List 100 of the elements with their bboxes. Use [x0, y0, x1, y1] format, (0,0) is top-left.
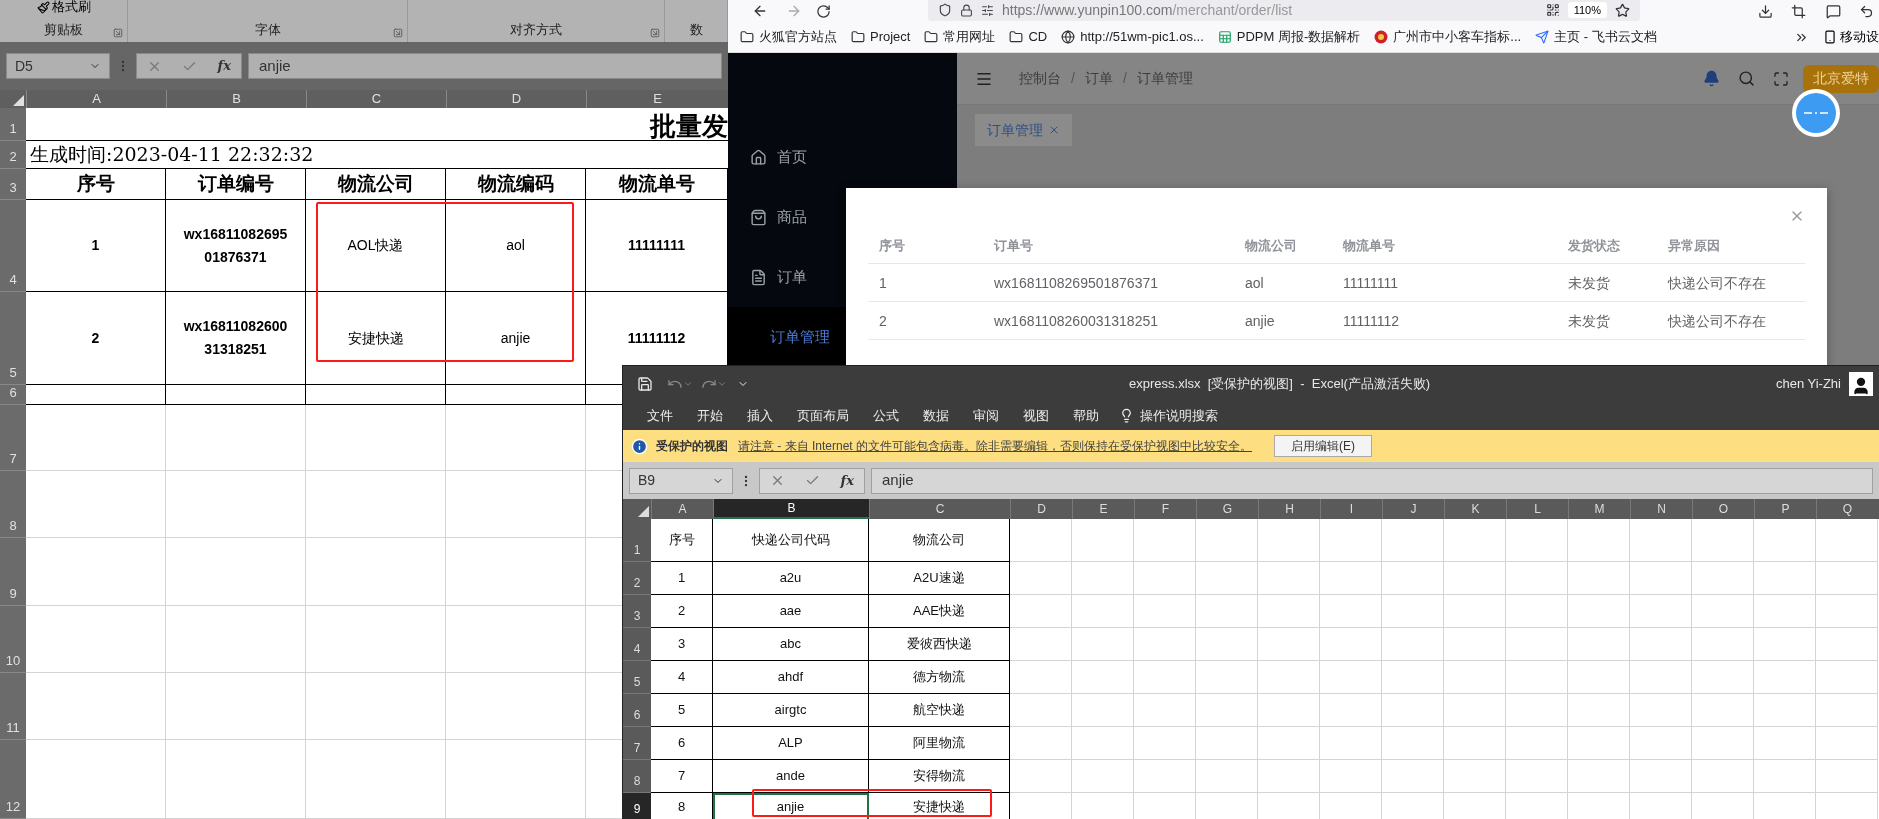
- column-header[interactable]: L: [1506, 499, 1568, 519]
- breadcrumb-link[interactable]: 订单管理: [1136, 68, 1193, 89]
- breadcrumb-link[interactable]: 订单: [1084, 68, 1113, 89]
- empty-cell: [1320, 628, 1382, 661]
- menu-tab[interactable]: 公式: [861, 401, 911, 430]
- qr-code-icon[interactable]: [1545, 3, 1560, 17]
- menu-tab[interactable]: 数据: [911, 401, 961, 430]
- forward-icon[interactable]: [786, 3, 802, 19]
- empty-cell: [1816, 519, 1878, 562]
- column-header[interactable]: P: [1754, 499, 1816, 519]
- row-header[interactable]: 8: [623, 760, 651, 793]
- name-box[interactable]: D5: [6, 53, 110, 79]
- table-cell: 安捷快递: [869, 793, 1010, 819]
- bookmark-star-icon[interactable]: [1615, 2, 1630, 18]
- launcher-icon[interactable]: [650, 28, 660, 38]
- bag-icon: [750, 208, 767, 226]
- column-header[interactable]: K: [1444, 499, 1506, 519]
- empty-cell: [1754, 562, 1816, 595]
- bookmark[interactable]: CD: [1009, 27, 1048, 47]
- format-painter-button[interactable]: 格式刷: [36, 0, 91, 16]
- empty-cell: [1072, 760, 1134, 793]
- empty-cell: [1010, 661, 1072, 694]
- back-icon[interactable]: [752, 3, 768, 19]
- column-header[interactable]: M: [1568, 499, 1630, 519]
- window-title: express.xlsx [受保护的视图] - Excel(产品激活失败): [1129, 374, 1431, 393]
- empty-cell: [1010, 628, 1072, 661]
- bookmark[interactable]: 主页 - 飞书云文档: [1535, 27, 1657, 47]
- column-header[interactable]: D: [1010, 499, 1072, 519]
- tell-me-search[interactable]: 操作说明搜索: [1134, 401, 1224, 430]
- column-header[interactable]: F: [1134, 499, 1196, 519]
- row-header[interactable]: 2: [623, 562, 651, 595]
- bookmark[interactable]: 广州市中小客车指标...: [1374, 27, 1522, 47]
- column-header[interactable]: N: [1630, 499, 1692, 519]
- user-button[interactable]: 北京爱特: [1803, 64, 1879, 93]
- sidebar-item[interactable]: 首页: [728, 127, 957, 187]
- launcher-icon[interactable]: [113, 28, 123, 38]
- menu-tab[interactable]: 文件: [635, 401, 685, 430]
- row-header[interactable]: 1: [623, 519, 651, 562]
- row-header[interactable]: 5: [623, 661, 651, 694]
- menu-tab[interactable]: 开始: [685, 401, 735, 430]
- mobile-bookmarks[interactable]: 移动设: [1823, 27, 1879, 47]
- name-box[interactable]: B9: [629, 467, 733, 494]
- column-header[interactable]: E: [1072, 499, 1134, 519]
- save-icon[interactable]: [637, 375, 653, 392]
- select-all-icon[interactable]: [13, 95, 24, 106]
- column-header[interactable]: J: [1382, 499, 1444, 519]
- table-cell: wx1681108269501876371: [994, 274, 1158, 291]
- close-icon[interactable]: [1048, 124, 1060, 136]
- menu-tab[interactable]: 审阅: [961, 401, 1011, 430]
- floating-ball-icon[interactable]: [1791, 88, 1841, 138]
- column-header[interactable]: O: [1692, 499, 1754, 519]
- insert-function-button[interactable]: fx: [217, 56, 231, 76]
- bookmark[interactable]: http://51wm-pic1.os...: [1061, 27, 1204, 47]
- reload-icon[interactable]: [816, 3, 831, 19]
- column-header[interactable]: G: [1196, 499, 1258, 519]
- url-text: https://www.yunpin100.com/merchant/order/list: [1002, 0, 1293, 20]
- column-header[interactable]: C: [869, 499, 1010, 519]
- menu-tab[interactable]: 插入: [735, 401, 785, 430]
- menu-tab[interactable]: 帮助: [1061, 401, 1111, 430]
- zoom-badge[interactable]: 110%: [1567, 1, 1607, 19]
- crop-icon[interactable]: [1791, 3, 1806, 19]
- empty-cell: [1444, 628, 1506, 661]
- breadcrumb-link[interactable]: 控制台: [1019, 68, 1061, 89]
- enable-editing-button[interactable]: 启用编辑(E): [1274, 435, 1373, 457]
- empty-cell: [1258, 661, 1320, 694]
- empty-cell: [1754, 628, 1816, 661]
- column-header[interactable]: B: [713, 499, 869, 519]
- bookmark[interactable]: 常用网址: [924, 27, 996, 47]
- row-header[interactable]: 7: [623, 727, 651, 760]
- column-header[interactable]: Q: [1816, 499, 1878, 519]
- download-icon[interactable]: [1758, 3, 1773, 19]
- row-header[interactable]: 9: [623, 793, 651, 819]
- undo-icon[interactable]: [1859, 3, 1874, 19]
- empty-cell: [1754, 661, 1816, 694]
- row-header[interactable]: 3: [623, 595, 651, 628]
- table-cell: 物流公司: [869, 519, 1010, 562]
- empty-cell: [1692, 661, 1754, 694]
- menu-tab[interactable]: 视图: [1011, 401, 1061, 430]
- column-header[interactable]: I: [1320, 499, 1382, 519]
- chat-icon[interactable]: [1826, 3, 1841, 19]
- row-header[interactable]: 6: [623, 694, 651, 727]
- insert-function-button[interactable]: fx: [840, 470, 854, 491]
- fullscreen-icon[interactable]: [1773, 70, 1789, 87]
- formula-field[interactable]: anjie: [871, 467, 1873, 494]
- row-header[interactable]: 6: [0, 385, 26, 405]
- search-icon[interactable]: [1738, 70, 1755, 87]
- menu-tab[interactable]: 页面布局: [785, 401, 861, 430]
- bookmark[interactable]: 火狐官方站点: [740, 27, 837, 47]
- column-header[interactable]: H: [1258, 499, 1320, 519]
- empty-cell: [1568, 727, 1630, 760]
- bell-icon[interactable]: [1703, 70, 1720, 87]
- address-bar[interactable]: https://www.yunpin100.com/merchant/order/list 110%: [928, 0, 1640, 21]
- bookmark[interactable]: PDPM 周报-数据解析: [1217, 27, 1361, 47]
- formula-field[interactable]: anjie: [248, 53, 722, 79]
- launcher-icon[interactable]: [393, 28, 403, 38]
- empty-cell: [1382, 519, 1444, 562]
- row-header[interactable]: 4: [623, 628, 651, 661]
- table-cell: AAE快递: [869, 595, 1010, 628]
- select-all-icon[interactable]: [638, 506, 649, 517]
- bookmark[interactable]: Project: [851, 27, 911, 47]
